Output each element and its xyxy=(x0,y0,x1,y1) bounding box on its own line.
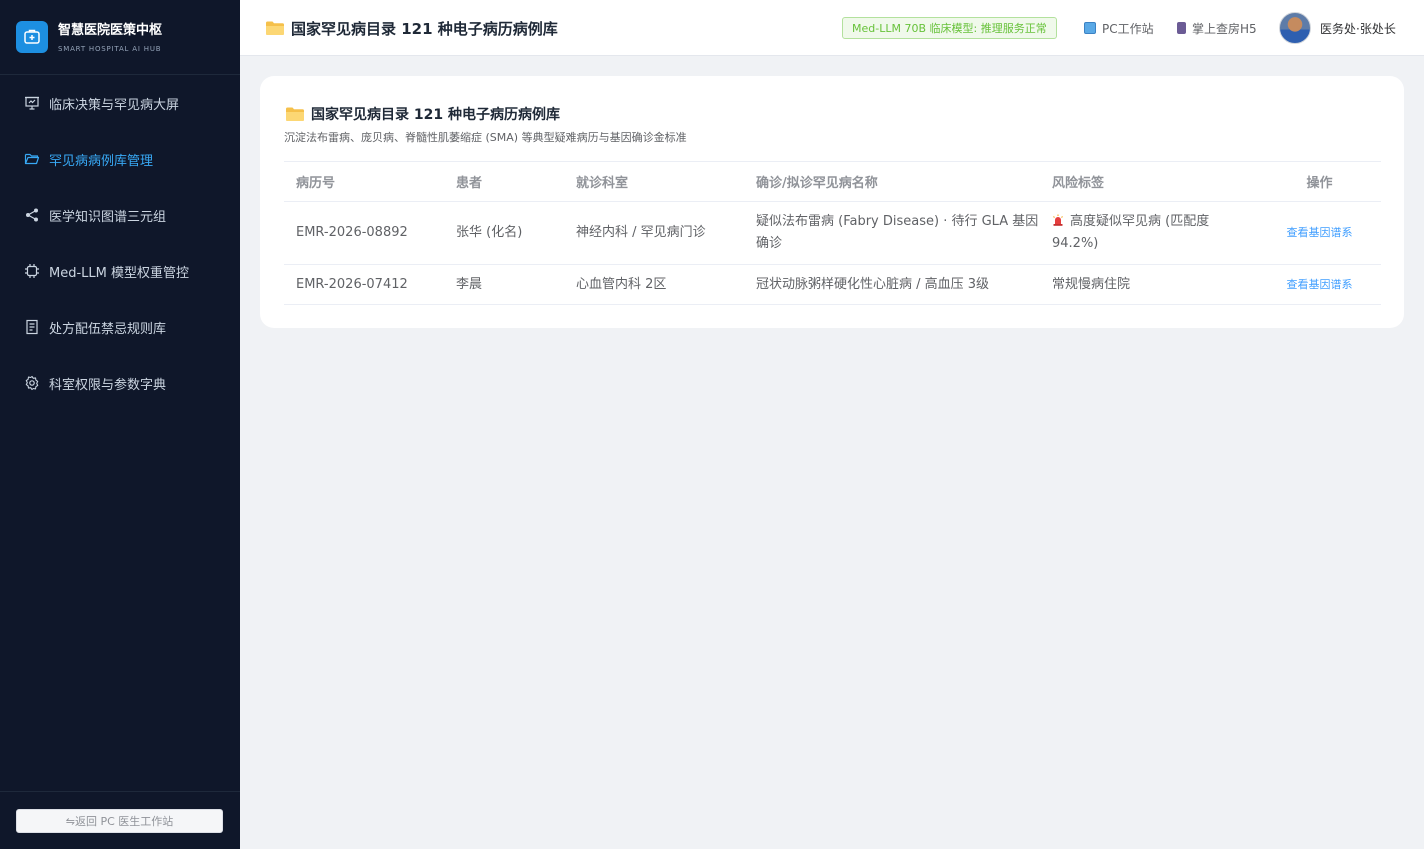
cell-diagnosis: 冠状动脉粥样硬化性心脏病 / 高血压 3级 xyxy=(744,264,1040,305)
folder-icon xyxy=(286,107,304,121)
sidebar-item-dept-permissions[interactable]: 科室权限与参数字典 xyxy=(0,355,240,411)
mobile-rounds-label: 掌上查房H5 xyxy=(1192,21,1257,36)
sidebar-menu: 临床决策与罕见病大屏 罕见病病例库管理 医学知识图谱三元组 Med-LLM 模型… xyxy=(0,75,240,411)
cell-patient: 李晨 xyxy=(444,264,564,305)
column-header-diagnosis: 确诊/拟诊罕见病名称 xyxy=(744,161,1040,202)
presentation-icon xyxy=(24,95,40,111)
siren-icon xyxy=(1053,214,1063,226)
avatar[interactable] xyxy=(1279,12,1311,44)
sidebar-item-label: 罕见病病例库管理 xyxy=(49,153,154,169)
brand: 智慧医院医策中枢 SMART HOSPITAL AI HUB xyxy=(0,0,240,75)
brand-title: 智慧医院医策中枢 xyxy=(58,22,163,38)
cell-patient: 张华 (化名) xyxy=(444,201,564,265)
sidebar-item-prescription-rules[interactable]: 处方配伍禁忌规则库 xyxy=(0,299,240,355)
chip-icon xyxy=(24,263,40,279)
column-header-patient: 患者 xyxy=(444,161,564,202)
risk-label: 高度疑似罕见病 (匹配度 94.2%) xyxy=(1052,214,1210,251)
pc-workstation-label: PC工作站 xyxy=(1102,21,1154,36)
sidebar: 智慧医院医策中枢 SMART HOSPITAL AI HUB 临床决策与罕见病大… xyxy=(0,0,240,849)
cell-emr: EMR-2026-07412 xyxy=(284,264,444,305)
gear-icon xyxy=(24,375,40,391)
card-subtitle: 沉淀法布雷病、庞贝病、脊髓性肌萎缩症 (SMA) 等典型疑难病历与基因确诊金标准 xyxy=(284,131,687,144)
folder-open-icon xyxy=(24,151,40,167)
top-header: 国家罕见病目录 121 种电子病历病例库 Med-LLM 70B 临床模型: 推… xyxy=(240,0,1424,56)
cell-risk: 常规慢病住院 xyxy=(1040,264,1258,305)
column-header-dept: 就诊科室 xyxy=(564,161,744,202)
card-title: 国家罕见病目录 121 种电子病历病例库 xyxy=(286,104,560,124)
brand-subtitle: SMART HOSPITAL AI HUB xyxy=(58,44,162,53)
sidebar-item-label: 处方配伍禁忌规则库 xyxy=(49,321,167,337)
sidebar-item-model-weights[interactable]: Med-LLM 模型权重管控 xyxy=(0,243,240,299)
sidebar-item-label: 医学知识图谱三元组 xyxy=(49,209,167,225)
sidebar-item-label: 科室权限与参数字典 xyxy=(49,377,167,393)
cell-action: 查看基因谱系 xyxy=(1258,201,1381,265)
view-gene-pedigree-link[interactable]: 查看基因谱系 xyxy=(1287,278,1353,291)
model-status-badge: Med-LLM 70B 临床模型: 推理服务正常 xyxy=(842,17,1057,39)
table-header-row: 病历号 患者 就诊科室 确诊/拟诊罕见病名称 风险标签 操作 xyxy=(284,161,1381,202)
share-nodes-icon xyxy=(24,207,40,223)
sidebar-item-knowledge-graph[interactable]: 医学知识图谱三元组 xyxy=(0,187,240,243)
sidebar-item-clinical-dashboard[interactable]: 临床决策与罕见病大屏 xyxy=(0,75,240,131)
case-library-card: 国家罕见病目录 121 种电子病历病例库 沉淀法布雷病、庞贝病、脊髓性肌萎缩症 … xyxy=(260,76,1404,328)
sidebar-item-label: 临床决策与罕见病大屏 xyxy=(49,97,180,113)
medical-kit-icon xyxy=(16,21,48,53)
column-header-action: 操作 xyxy=(1258,161,1381,202)
mobile-phone-icon xyxy=(1177,22,1186,34)
case-table: 病历号 患者 就诊科室 确诊/拟诊罕见病名称 风险标签 操作 EMR-2026-… xyxy=(284,161,1381,305)
cell-risk: 高度疑似罕见病 (匹配度 94.2%) xyxy=(1040,201,1258,265)
page-title: 国家罕见病目录 121 种电子病历病例库 xyxy=(266,0,558,56)
column-header-risk: 风险标签 xyxy=(1040,161,1258,202)
view-gene-pedigree-link[interactable]: 查看基因谱系 xyxy=(1287,226,1353,239)
folder-icon xyxy=(266,21,284,35)
page-title-text: 国家罕见病目录 121 种电子病历病例库 xyxy=(291,19,558,38)
table-row: EMR-2026-07412 李晨 心血管内科 2区 冠状动脉粥样硬化性心脏病 … xyxy=(284,264,1381,305)
table-row: EMR-2026-08892 张华 (化名) 神经内科 / 罕见病门诊 疑似法布… xyxy=(284,201,1381,265)
document-icon xyxy=(24,319,40,335)
sidebar-item-label: Med-LLM 模型权重管控 xyxy=(49,265,189,281)
cell-emr: EMR-2026-08892 xyxy=(284,201,444,265)
cell-dept: 心血管内科 2区 xyxy=(564,264,744,305)
column-header-emr: 病历号 xyxy=(284,161,444,202)
cell-action: 查看基因谱系 xyxy=(1258,264,1381,305)
mobile-rounds-link[interactable]: 掌上查房H5 xyxy=(1177,0,1257,56)
card-title-text: 国家罕见病目录 121 种电子病历病例库 xyxy=(311,107,560,123)
monitor-icon xyxy=(1084,22,1096,34)
cell-diagnosis: 疑似法布雷病 (Fabry Disease) · 待行 GLA 基因确诊 xyxy=(744,201,1040,265)
user-name[interactable]: 医务处·张处长 xyxy=(1320,0,1396,56)
cell-dept: 神经内科 / 罕见病门诊 xyxy=(564,201,744,265)
pc-workstation-link[interactable]: PC工作站 xyxy=(1084,0,1154,56)
sidebar-item-rare-case-library[interactable]: 罕见病病例库管理 xyxy=(0,131,240,187)
sidebar-footer: ⇋返回 PC 医生工作站 xyxy=(0,791,240,849)
back-to-workstation-button[interactable]: ⇋返回 PC 医生工作站 xyxy=(16,809,223,833)
